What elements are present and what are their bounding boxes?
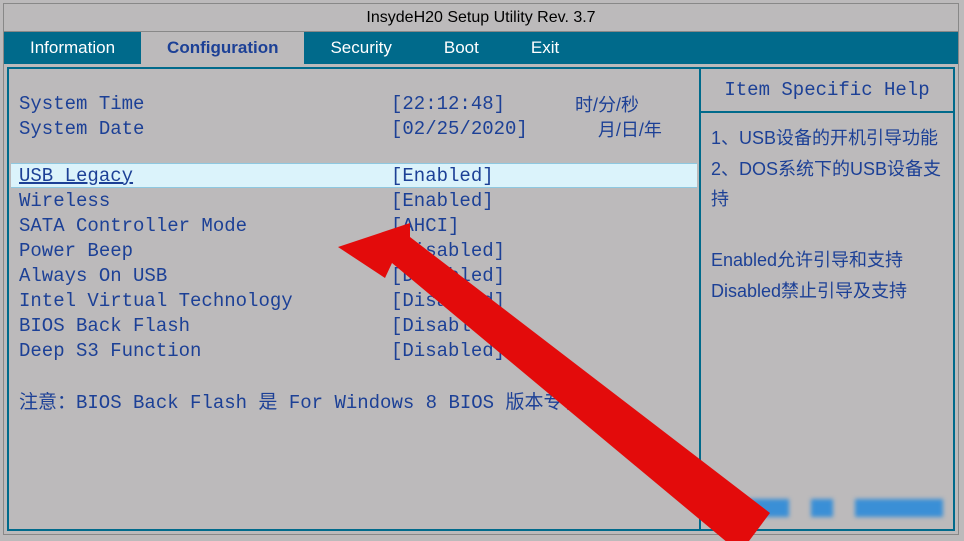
bios-window: InsydeH20 Setup Utility Rev. 3.7 Informa… xyxy=(3,3,959,535)
tab-configuration[interactable]: Configuration xyxy=(141,32,304,64)
system-date-label: System Date xyxy=(19,118,391,140)
setting-value[interactable]: [Enabled] xyxy=(391,165,494,187)
help-line: Enabled允许引导和支持 xyxy=(711,245,943,276)
setting-label: Intel Virtual Technology xyxy=(19,290,391,312)
help-line: 1、USB设备的开机引导功能 xyxy=(711,123,943,154)
redacted-area xyxy=(737,499,943,517)
help-header: Item Specific Help xyxy=(701,69,953,113)
menu-bar: Information Configuration Security Boot … xyxy=(4,32,958,64)
setting-value[interactable]: [Disabled] xyxy=(391,240,505,262)
help-body: 1、USB设备的开机引导功能2、DOS系统下的USB设备支持 Enabled允许… xyxy=(701,113,953,529)
setting-row-sata-controller-mode[interactable]: SATA Controller Mode[AHCI] xyxy=(19,213,693,238)
system-date-row[interactable]: System Date [02/25/2020] 月/日/年 xyxy=(19,116,693,141)
setting-row-bios-back-flash[interactable]: BIOS Back Flash[Disabled] xyxy=(19,313,693,338)
system-date-hint: 月/日/年 xyxy=(598,116,662,142)
setting-value[interactable]: [Disabled] xyxy=(391,340,505,362)
setting-value[interactable]: [Disabled] xyxy=(391,315,505,337)
setting-row-power-beep[interactable]: Power Beep[Disabled] xyxy=(19,238,693,263)
tab-information[interactable]: Information xyxy=(4,32,141,64)
setting-value[interactable]: [Disabled] xyxy=(391,265,505,287)
setting-row-usb-legacy[interactable]: USB Legacy[Enabled] xyxy=(11,163,697,188)
title-bar: InsydeH20 Setup Utility Rev. 3.7 xyxy=(4,4,958,32)
tab-boot[interactable]: Boot xyxy=(418,32,505,64)
window-title: InsydeH20 Setup Utility Rev. 3.7 xyxy=(366,9,595,27)
setting-label: Power Beep xyxy=(19,240,391,262)
system-time-hint: 时/分/秒 xyxy=(575,91,639,117)
tab-security[interactable]: Security xyxy=(304,32,417,64)
setting-label: Wireless xyxy=(19,190,391,212)
system-date-value[interactable]: [02/25/2020] xyxy=(391,118,528,140)
setting-row-wireless[interactable]: Wireless[Enabled] xyxy=(19,188,693,213)
setting-label: Deep S3 Function xyxy=(19,340,391,362)
settings-pane: System Time [22:12:48] 时/分/秒 System Date… xyxy=(9,69,701,529)
system-time-value[interactable]: [22:12:48] xyxy=(391,93,505,115)
main-area: System Time [22:12:48] 时/分/秒 System Date… xyxy=(7,67,955,531)
help-line: Disabled禁止引导及支持 xyxy=(711,276,943,307)
setting-label: SATA Controller Mode xyxy=(19,215,391,237)
setting-value[interactable]: [Disabled] xyxy=(391,290,505,312)
setting-label: USB Legacy xyxy=(19,165,391,187)
system-time-row[interactable]: System Time [22:12:48] 时/分/秒 xyxy=(19,91,693,116)
note-text: 注意：BIOS Back Flash 是 For Windows 8 BIOS … xyxy=(19,387,693,414)
help-pane: Item Specific Help 1、USB设备的开机引导功能2、DOS系统… xyxy=(701,69,953,529)
setting-label: BIOS Back Flash xyxy=(19,315,391,337)
help-line: 2、DOS系统下的USB设备支持 xyxy=(711,154,943,215)
setting-row-deep-s3-function[interactable]: Deep S3 Function[Disabled] xyxy=(19,338,693,363)
help-line xyxy=(711,215,943,246)
setting-label: Always On USB xyxy=(19,265,391,287)
setting-value[interactable]: [Enabled] xyxy=(391,190,494,212)
system-time-label: System Time xyxy=(19,93,391,115)
setting-row-always-on-usb[interactable]: Always On USB[Disabled] xyxy=(19,263,693,288)
setting-row-intel-virtual-technology[interactable]: Intel Virtual Technology[Disabled] xyxy=(19,288,693,313)
tab-exit[interactable]: Exit xyxy=(505,32,585,64)
setting-value[interactable]: [AHCI] xyxy=(391,215,459,237)
